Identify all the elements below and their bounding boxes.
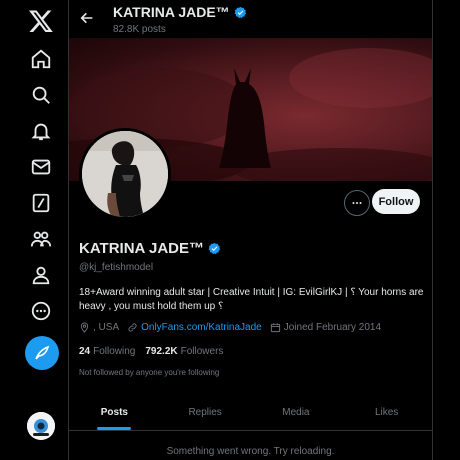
- tab-replies[interactable]: Replies: [160, 394, 251, 430]
- x-logo-icon[interactable]: [26, 6, 56, 36]
- following-link[interactable]: 24 Following: [79, 346, 135, 357]
- profile-handle: @kj_fetishmodel: [79, 262, 154, 273]
- header-name: KATRINA JADE™: [113, 4, 230, 20]
- explore-icon[interactable]: [26, 80, 56, 110]
- profile-location: , USA: [93, 322, 120, 333]
- following-count: 24: [79, 346, 91, 357]
- grok-icon[interactable]: [26, 188, 56, 218]
- back-arrow-icon[interactable]: [79, 10, 95, 26]
- profile-meta: , USA OnlyFans.com/KatrinaJade Joined Fe…: [79, 322, 381, 333]
- profile-avatar[interactable]: [79, 128, 171, 220]
- communities-icon[interactable]: [26, 224, 56, 254]
- tab-label: Replies: [188, 406, 222, 418]
- side-navigation: [0, 0, 68, 460]
- account-avatar[interactable]: [27, 412, 55, 440]
- tab-likes[interactable]: Likes: [341, 394, 432, 430]
- link-icon: [128, 323, 137, 332]
- verified-badge-icon: [208, 242, 221, 255]
- profile-joined-date: Joined February 2014: [283, 322, 382, 333]
- profile-header-bar: KATRINA JADE™ 82.8K posts: [69, 0, 432, 38]
- profile-bio: 18+Award winning adult star | Creative I…: [79, 287, 424, 312]
- mutual-followers-note: Not followed by anyone you're following: [79, 368, 220, 377]
- messages-icon[interactable]: [26, 152, 56, 182]
- header-title: KATRINA JADE™: [113, 4, 247, 20]
- compose-icon: [35, 345, 50, 360]
- tab-label: Posts: [100, 406, 128, 418]
- calendar-icon: [270, 323, 280, 333]
- followers-count: 792.2K: [145, 346, 178, 357]
- verified-badge-icon: [234, 6, 246, 18]
- profile-column: KATRINA JADE™ 82.8K posts Follow KATRINA…: [68, 0, 433, 460]
- following-label: Following: [93, 346, 136, 357]
- ellipsis-icon: [352, 202, 362, 204]
- profile-website-link[interactable]: OnlyFans.com/KatrinaJade: [141, 322, 262, 333]
- tab-label: Media: [282, 406, 310, 418]
- tab-label: Likes: [374, 406, 399, 418]
- compose-post-button[interactable]: [25, 336, 59, 370]
- tab-posts[interactable]: Posts: [69, 394, 160, 430]
- profile-stats: 24 Following 792.2K Followers: [79, 346, 223, 357]
- notifications-icon[interactable]: [26, 116, 56, 146]
- profile-name: KATRINA JADE™: [79, 240, 205, 257]
- more-options-button[interactable]: [344, 190, 370, 216]
- error-message: Something went wrong. Try reloading.: [166, 446, 335, 457]
- location-icon: [80, 322, 89, 333]
- followers-label: Followers: [180, 346, 224, 357]
- header-post-count: 82.8K posts: [113, 24, 166, 35]
- tab-media[interactable]: Media: [251, 394, 342, 430]
- followers-link[interactable]: 792.2K Followers: [145, 346, 223, 357]
- more-icon[interactable]: [26, 296, 56, 326]
- active-tab-indicator: [97, 427, 131, 430]
- profile-icon[interactable]: [26, 260, 56, 290]
- home-icon[interactable]: [26, 44, 56, 74]
- follow-button[interactable]: Follow: [372, 189, 420, 214]
- profile-name-row: KATRINA JADE™: [79, 240, 221, 257]
- profile-tabs: Posts Replies Media Likes: [69, 394, 432, 431]
